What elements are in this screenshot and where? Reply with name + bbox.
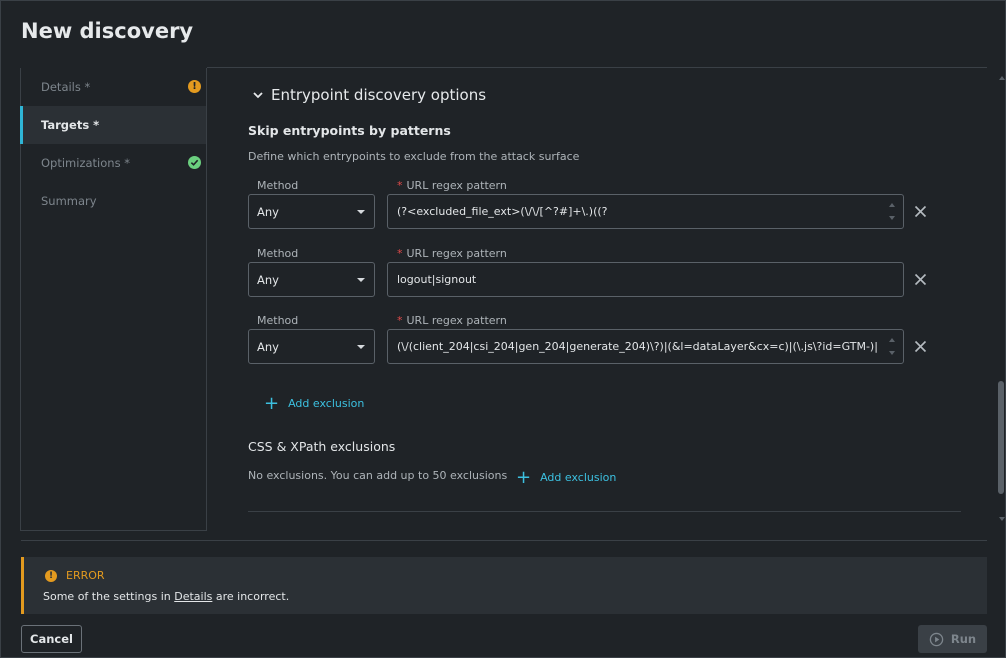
- css-xpath-title: CSS & XPath exclusions: [248, 439, 396, 454]
- skip-patterns-description: Define which entrypoints to exclude from…: [248, 150, 580, 163]
- scrollbar[interactable]: [997, 68, 1006, 521]
- sidebar-item-optimizations[interactable]: Optimizations *: [21, 144, 206, 182]
- sidebar-item-details[interactable]: Details * !: [21, 68, 206, 106]
- sidebar-item-summary[interactable]: Summary: [21, 182, 206, 220]
- content-divider: [248, 511, 961, 512]
- warning-icon: !: [45, 569, 57, 582]
- resize-handle[interactable]: [887, 338, 896, 355]
- wizard-sidebar: Details * ! Targets * Optimizations * Su…: [20, 68, 207, 531]
- dialog-title: New discovery: [21, 19, 194, 43]
- scroll-up-arrow-icon[interactable]: [999, 76, 1005, 80]
- entrypoint-options-toggle[interactable]: Entrypoint discovery options: [251, 86, 486, 104]
- resize-handle[interactable]: [887, 203, 896, 220]
- caret-down-icon: [357, 210, 365, 214]
- footer-divider: [21, 540, 987, 541]
- error-banner: ! ERROR Some of the settings in Details …: [21, 557, 987, 614]
- url-pattern-value: (?<excluded_file_ext>(\/\/[^?#]+\.)((?: [397, 205, 608, 218]
- method-value: Any: [257, 204, 279, 219]
- cancel-button[interactable]: Cancel: [21, 625, 82, 653]
- css-xpath-empty-text: No exclusions. You can add up to 50 excl…: [248, 469, 508, 482]
- plus-icon: +: [264, 393, 280, 414]
- error-message: Some of the settings in Details are inco…: [43, 590, 289, 603]
- sidebar-item-targets[interactable]: Targets *: [20, 106, 206, 144]
- method-value: Any: [257, 339, 279, 354]
- main-content: Entrypoint discovery options Skip entryp…: [207, 68, 997, 531]
- method-value: Any: [257, 272, 279, 287]
- add-css-exclusion-button[interactable]: + Add exclusion: [516, 467, 617, 488]
- required-marker: *: [397, 247, 403, 260]
- error-heading: ! ERROR: [45, 569, 105, 582]
- method-select[interactable]: Any: [248, 329, 375, 364]
- url-pattern-label: * URL regex pattern: [397, 247, 507, 260]
- url-pattern-label: * URL regex pattern: [397, 179, 507, 192]
- method-label: Method: [257, 314, 299, 327]
- scroll-down-arrow-icon[interactable]: [999, 517, 1005, 521]
- sidebar-item-label: Targets *: [41, 118, 100, 132]
- check-circle-icon: [188, 156, 201, 169]
- warning-icon: !: [188, 80, 201, 93]
- details-link[interactable]: Details: [174, 590, 212, 603]
- skip-patterns-title: Skip entrypoints by patterns: [248, 123, 451, 138]
- caret-down-icon: [357, 278, 365, 282]
- close-icon[interactable]: [914, 340, 927, 353]
- method-select[interactable]: Any: [248, 194, 375, 229]
- section-title: Entrypoint discovery options: [271, 86, 487, 104]
- play-circle-icon: [929, 632, 944, 646]
- required-marker: *: [397, 179, 403, 192]
- scrollbar-thumb[interactable]: [998, 381, 1004, 494]
- url-pattern-value: logout|signout: [397, 273, 477, 286]
- run-button[interactable]: Run: [918, 625, 987, 653]
- exclusion-row: Method * URL regex pattern Any (\/(client…: [248, 314, 938, 374]
- error-text: Some of the settings in: [43, 590, 175, 603]
- add-exclusion-button[interactable]: + Add exclusion: [264, 393, 365, 414]
- close-icon[interactable]: [914, 273, 927, 286]
- method-label: Method: [257, 247, 299, 260]
- error-text: are incorrect.: [212, 590, 290, 603]
- run-label: Run: [950, 632, 977, 646]
- new-discovery-dialog: New discovery Details * ! Targets * Opti…: [0, 0, 1006, 658]
- caret-down-icon: [357, 345, 365, 349]
- url-pattern-input[interactable]: (\/(client_204|csi_204|gen_204|generate_…: [387, 329, 904, 364]
- url-pattern-value: (\/(client_204|csi_204|gen_204|generate_…: [397, 340, 878, 353]
- url-pattern-input[interactable]: logout|signout: [387, 262, 904, 297]
- url-pattern-label: * URL regex pattern: [397, 314, 507, 327]
- required-marker: *: [397, 314, 403, 327]
- sidebar-item-label: Summary: [41, 194, 97, 208]
- chevron-down-icon: [253, 92, 263, 99]
- method-select[interactable]: Any: [248, 262, 375, 297]
- error-label: ERROR: [66, 569, 105, 582]
- add-exclusion-label: Add exclusion: [540, 471, 617, 484]
- close-icon[interactable]: [914, 205, 927, 218]
- exclusion-row: Method * URL regex pattern Any (?<exclude…: [248, 179, 938, 239]
- sidebar-item-label: Details *: [41, 80, 91, 94]
- plus-icon: +: [516, 467, 532, 488]
- method-label: Method: [257, 179, 299, 192]
- url-pattern-input[interactable]: (?<excluded_file_ext>(\/\/[^?#]+\.)((?: [387, 194, 904, 229]
- add-exclusion-label: Add exclusion: [288, 397, 365, 410]
- exclusion-row: Method * URL regex pattern Any logout|sig…: [248, 247, 938, 307]
- sidebar-item-label: Optimizations *: [41, 156, 130, 170]
